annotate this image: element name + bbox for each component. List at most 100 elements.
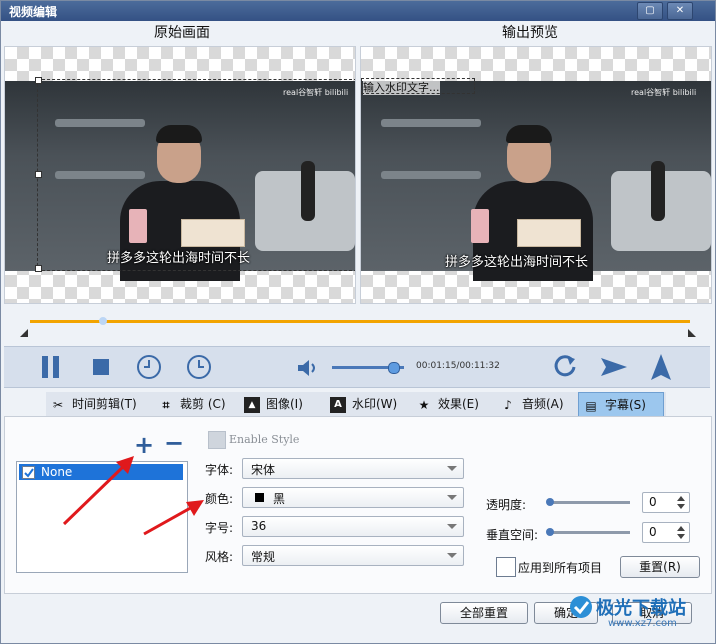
subtitle-icon: ▤ [585, 398, 597, 413]
crop-handle[interactable] [35, 265, 42, 272]
style-select[interactable]: 常规 [242, 545, 464, 566]
restore-icon: ▢ [645, 5, 655, 16]
list-item-checkbox[interactable] [22, 466, 35, 479]
annotation-arrow-icon [62, 456, 134, 526]
font-label: 字体: [205, 463, 234, 477]
opacity-value: 0 [649, 495, 657, 509]
minus-icon: − [164, 429, 185, 457]
speaker-icon [298, 360, 315, 376]
timeline-end-marker[interactable] [688, 329, 696, 337]
end-time-button[interactable] [186, 354, 212, 383]
restore-button[interactable]: ▢ [637, 2, 663, 20]
logo-url: www.xz7.com [608, 618, 677, 629]
opacity-slider[interactable] [548, 501, 630, 504]
color-swatch [255, 493, 264, 502]
apply-all-label: 应用到所有项目 [518, 561, 603, 575]
chevron-down-icon [447, 495, 457, 500]
tab-subtitle[interactable]: ▤ 字幕(S) [578, 392, 664, 418]
pause-icon [42, 356, 59, 378]
chevron-down-icon[interactable] [677, 504, 685, 509]
vertical-space-slider[interactable] [548, 531, 630, 534]
color-select[interactable]: 黑 [242, 487, 464, 508]
style-value: 常规 [251, 550, 276, 564]
watermark-icon: A [330, 396, 346, 413]
flip-horizontal-button[interactable] [600, 356, 628, 381]
window-title: 视频编辑 [9, 5, 58, 19]
tab-label: 音频(A) [522, 397, 564, 411]
vertical-space-value: 0 [649, 525, 657, 539]
opacity-stepper[interactable]: 0 [642, 492, 690, 513]
start-time-button[interactable] [136, 354, 162, 383]
color-value: 黑 [273, 492, 286, 506]
scissors-icon: ✂ [52, 397, 64, 412]
site-logo: 极光下载站 www.xz7.com [568, 592, 714, 642]
flip-vertical-icon [651, 354, 671, 380]
opacity-slider-thumb[interactable] [546, 498, 554, 506]
logo-icon [570, 596, 592, 618]
chevron-up-icon[interactable] [677, 526, 685, 531]
tab-audio[interactable]: ♪ 音频(A) [500, 392, 564, 416]
original-preview-label: 原始画面 [154, 25, 210, 41]
music-note-icon: ♪ [504, 397, 512, 412]
crop-handle[interactable] [35, 171, 42, 178]
enable-style-label: Enable Style [229, 433, 300, 446]
close-icon: ✕ [675, 5, 685, 16]
size-select[interactable]: 36 [242, 516, 464, 537]
enable-style-checkbox[interactable] [208, 431, 226, 449]
stop-button[interactable] [92, 358, 110, 379]
volume-slider-thumb[interactable] [388, 362, 401, 374]
tab-crop[interactable]: ⌗ 裁剪 (C) [158, 392, 226, 416]
playback-controls: 00:01:15/00:11:32 [4, 346, 710, 388]
logo-text: 极光下载站 [596, 598, 686, 619]
vertical-space-label: 垂直空间: [486, 528, 539, 542]
size-value: 36 [251, 519, 267, 533]
rotate-button[interactable] [552, 353, 578, 382]
tab-label: 效果(E) [438, 397, 479, 411]
vertical-space-slider-thumb[interactable] [546, 528, 554, 536]
output-preview[interactable]: real谷智轩 bilibili 拼多多这轮出海时间不长 输入水印文字... [360, 46, 712, 304]
font-value: 宋体 [251, 463, 276, 477]
clock-icon [187, 355, 211, 379]
flip-vertical-button[interactable] [650, 353, 672, 384]
chevron-down-icon [447, 466, 457, 471]
rotate-icon [554, 355, 576, 377]
timeline-thumb[interactable] [98, 317, 107, 325]
font-select[interactable]: 宋体 [242, 458, 464, 479]
image-icon: ▲ [244, 396, 260, 413]
checkmark-icon [24, 468, 34, 478]
apply-all-checkbox[interactable] [496, 557, 516, 577]
playback-time: 00:01:15/00:11:32 [416, 361, 500, 371]
annotation-arrow-icon [143, 500, 204, 536]
reset-all-button[interactable]: 全部重置 [440, 602, 528, 624]
chevron-down-icon [447, 524, 457, 529]
crop-handle[interactable] [35, 77, 42, 84]
close-button[interactable]: ✕ [667, 2, 693, 20]
watermark-selection-box[interactable] [361, 78, 475, 94]
opacity-label: 透明度: [486, 498, 527, 512]
vertical-space-stepper[interactable]: 0 [642, 522, 690, 543]
tab-label: 字幕(S) [605, 398, 646, 412]
clock-icon [137, 355, 161, 379]
tab-label: 图像(I) [266, 397, 303, 411]
original-preview[interactable]: real谷智轩 bilibili 拼多多这轮出海时间不长 [4, 46, 356, 304]
tab-trim[interactable]: ✂ 时间剪辑(T) [50, 392, 137, 416]
style-label: 风格: [205, 550, 234, 564]
remove-subtitle-button[interactable]: − [164, 429, 184, 457]
tab-effects[interactable]: ★ 效果(E) [416, 392, 479, 416]
crop-selection-box[interactable] [37, 79, 355, 271]
reset-button[interactable]: 重置(R) [620, 556, 700, 578]
video-subtitle: 拼多多这轮出海时间不长 [445, 255, 589, 270]
timeline-bar[interactable] [30, 320, 690, 323]
tab-watermark[interactable]: A 水印(W) [330, 392, 397, 416]
video-watermark: real谷智轩 bilibili [631, 88, 697, 97]
chevron-down-icon[interactable] [677, 534, 685, 539]
edit-tabs: ✂ 时间剪辑(T) ⌗ 裁剪 (C) ▲ 图像(I) A 水印(W) ★ 效果(E) ♪ 音… [46, 392, 666, 418]
tab-label: 时间剪辑(T) [72, 397, 137, 411]
chevron-up-icon[interactable] [677, 496, 685, 501]
tab-label: 裁剪 (C) [180, 397, 226, 411]
pause-button[interactable] [40, 355, 62, 382]
volume-button[interactable] [296, 358, 320, 381]
tab-image[interactable]: ▲ 图像(I) [244, 392, 303, 416]
timeline-start-marker[interactable] [20, 329, 28, 337]
chevron-down-icon [447, 553, 457, 558]
